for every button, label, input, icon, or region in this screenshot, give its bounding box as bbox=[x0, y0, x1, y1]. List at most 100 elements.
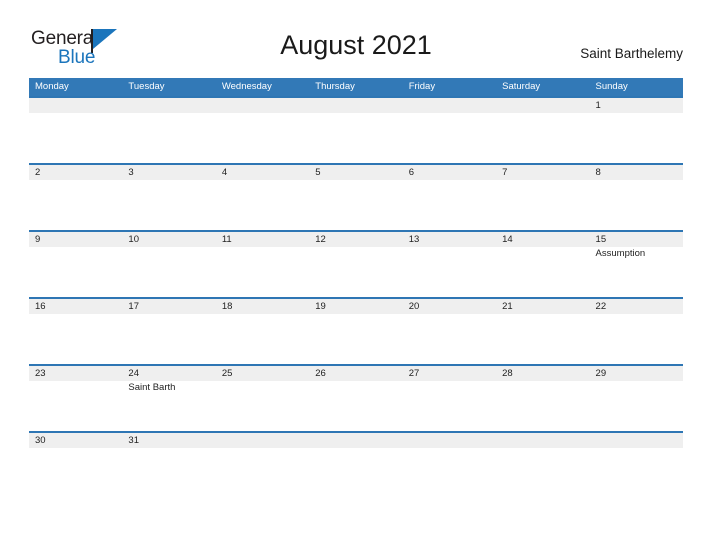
day-cell[interactable]: 16 bbox=[29, 299, 122, 314]
day-cell[interactable]: 8 bbox=[590, 165, 683, 180]
day-events[interactable]: Saint Barth bbox=[122, 381, 215, 431]
day-events[interactable]: Assumption bbox=[590, 247, 683, 297]
day-number: 20 bbox=[408, 301, 420, 312]
day-number: 5 bbox=[315, 167, 321, 178]
day-cell[interactable]: 22 bbox=[590, 299, 683, 314]
day-events[interactable] bbox=[403, 448, 496, 463]
day-cell[interactable]: 4 bbox=[216, 165, 309, 180]
day-events[interactable] bbox=[403, 381, 496, 431]
day-events[interactable] bbox=[29, 180, 122, 230]
day-cell[interactable] bbox=[29, 98, 122, 113]
day-cell[interactable]: 2 bbox=[29, 165, 122, 180]
day-cell[interactable]: 15 bbox=[590, 232, 683, 247]
day-cell[interactable]: 30 bbox=[29, 433, 122, 448]
day-cell[interactable] bbox=[403, 98, 496, 113]
day-events[interactable] bbox=[496, 314, 589, 364]
day-cell[interactable]: 26 bbox=[309, 366, 402, 381]
day-events[interactable] bbox=[29, 381, 122, 431]
day-events[interactable] bbox=[216, 381, 309, 431]
day-events[interactable] bbox=[309, 180, 402, 230]
day-number: 9 bbox=[35, 234, 41, 245]
day-number: 11 bbox=[221, 234, 232, 245]
day-events[interactable] bbox=[590, 314, 683, 364]
day-events[interactable] bbox=[122, 314, 215, 364]
day-events[interactable] bbox=[216, 180, 309, 230]
day-cell[interactable]: 21 bbox=[496, 299, 589, 314]
day-events[interactable] bbox=[403, 113, 496, 163]
day-events[interactable] bbox=[496, 381, 589, 431]
day-cell[interactable] bbox=[590, 433, 683, 448]
day-events[interactable] bbox=[403, 180, 496, 230]
day-events[interactable] bbox=[496, 247, 589, 297]
day-events[interactable] bbox=[122, 180, 215, 230]
day-cell[interactable]: 6 bbox=[403, 165, 496, 180]
day-events[interactable] bbox=[590, 113, 683, 163]
day-cell[interactable]: 11 bbox=[216, 232, 309, 247]
day-number: 7 bbox=[502, 167, 508, 178]
day-events[interactable] bbox=[496, 448, 589, 463]
day-cell[interactable]: 13 bbox=[403, 232, 496, 247]
day-cell[interactable]: 3 bbox=[122, 165, 215, 180]
day-number: 18 bbox=[221, 301, 233, 312]
day-events[interactable] bbox=[216, 448, 309, 463]
day-events[interactable] bbox=[590, 448, 683, 463]
day-cell[interactable]: 24 bbox=[122, 366, 215, 381]
day-events[interactable] bbox=[496, 113, 589, 163]
day-cell[interactable]: 23 bbox=[29, 366, 122, 381]
day-events[interactable] bbox=[309, 247, 402, 297]
day-number: 3 bbox=[128, 167, 134, 178]
day-cell[interactable]: 14 bbox=[496, 232, 589, 247]
day-events[interactable] bbox=[122, 247, 215, 297]
day-header-sunday: Sunday bbox=[595, 81, 628, 92]
day-cell[interactable]: 10 bbox=[122, 232, 215, 247]
day-header-friday: Friday bbox=[408, 81, 436, 92]
day-cell[interactable] bbox=[403, 433, 496, 448]
day-cell[interactable]: 28 bbox=[496, 366, 589, 381]
week-row: 23 24 25 26 27 28 29 Saint Barth bbox=[29, 364, 683, 431]
day-cell[interactable]: 12 bbox=[309, 232, 402, 247]
day-events[interactable] bbox=[29, 314, 122, 364]
day-events[interactable] bbox=[216, 247, 309, 297]
day-events[interactable] bbox=[403, 247, 496, 297]
day-cell[interactable] bbox=[496, 98, 589, 113]
day-events[interactable] bbox=[309, 381, 402, 431]
day-number: 27 bbox=[408, 368, 420, 379]
day-events[interactable] bbox=[309, 314, 402, 364]
day-cell[interactable]: 20 bbox=[403, 299, 496, 314]
day-cell[interactable] bbox=[496, 433, 589, 448]
day-cell[interactable]: 31 bbox=[122, 433, 215, 448]
day-cell[interactable] bbox=[216, 433, 309, 448]
day-cell[interactable]: 9 bbox=[29, 232, 122, 247]
day-cell[interactable] bbox=[309, 433, 402, 448]
day-events[interactable] bbox=[309, 113, 402, 163]
day-events[interactable] bbox=[590, 180, 683, 230]
day-cell[interactable]: 18 bbox=[216, 299, 309, 314]
day-cell[interactable]: 19 bbox=[309, 299, 402, 314]
day-cell[interactable] bbox=[216, 98, 309, 113]
day-events[interactable] bbox=[216, 113, 309, 163]
day-events[interactable] bbox=[216, 314, 309, 364]
day-events[interactable] bbox=[122, 448, 215, 463]
day-events[interactable] bbox=[496, 180, 589, 230]
day-cell[interactable]: 7 bbox=[496, 165, 589, 180]
day-events[interactable] bbox=[29, 448, 122, 463]
day-header-thursday: Thursday bbox=[315, 81, 355, 92]
day-events[interactable] bbox=[122, 113, 215, 163]
day-events[interactable] bbox=[403, 314, 496, 364]
day-cell[interactable]: 1 bbox=[590, 98, 683, 113]
day-cell[interactable]: 27 bbox=[403, 366, 496, 381]
day-events[interactable] bbox=[309, 448, 402, 463]
day-cell[interactable]: 17 bbox=[122, 299, 215, 314]
day-cell[interactable]: 25 bbox=[216, 366, 309, 381]
day-events[interactable] bbox=[29, 113, 122, 163]
day-number: 17 bbox=[128, 301, 139, 312]
day-number: 30 bbox=[35, 435, 46, 446]
day-events[interactable] bbox=[590, 381, 683, 431]
day-number: 19 bbox=[315, 301, 326, 312]
day-cell[interactable]: 5 bbox=[309, 165, 402, 180]
day-cell[interactable] bbox=[122, 98, 215, 113]
week-event-body bbox=[29, 448, 683, 463]
day-cell[interactable] bbox=[309, 98, 402, 113]
day-events[interactable] bbox=[29, 247, 122, 297]
day-cell[interactable]: 29 bbox=[590, 366, 683, 381]
